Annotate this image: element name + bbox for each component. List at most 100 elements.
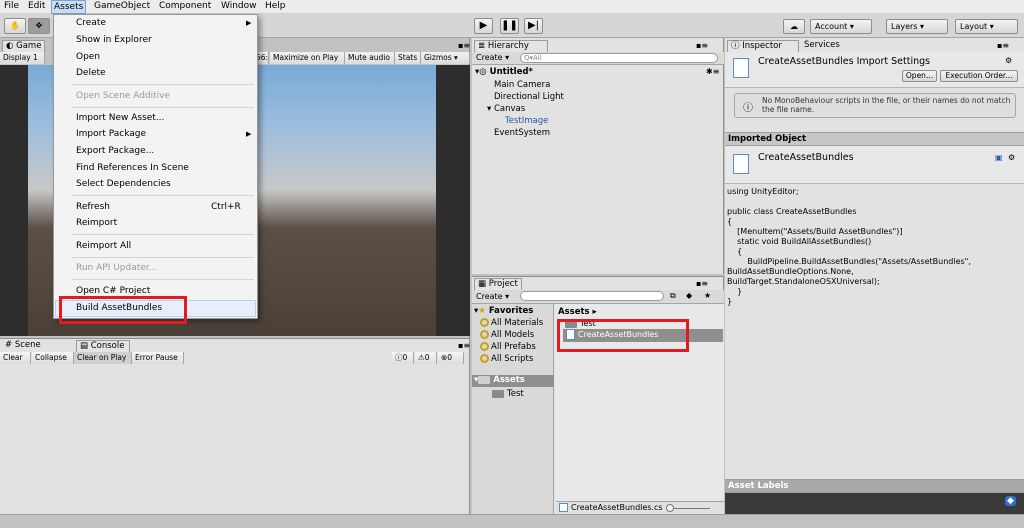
menu-item-reimport[interactable]: Reimport [76, 218, 117, 228]
favorite-all-prefabs[interactable]: All Prefabs [480, 342, 536, 352]
csharp-file-icon [733, 154, 749, 174]
hierarchy-item-directional-light[interactable]: Directional Light [494, 92, 564, 102]
account-dropdown[interactable]: Account ▾ [810, 19, 872, 34]
menu-item-import-package[interactable]: Import Package [76, 129, 146, 139]
favorite-all-models[interactable]: All Models [480, 330, 534, 340]
hierarchy-item-canvas[interactable]: ▾ Canvas [487, 104, 525, 114]
warning-count-toggle[interactable]: ⚠0 [415, 352, 437, 364]
hierarchy-icon: ≣ [478, 41, 486, 51]
favorites-label: Favorites [488, 306, 534, 316]
favorite-all-materials[interactable]: All Materials [480, 318, 554, 328]
console-panel: # Scene ▤ Console ▪≡ Clear Collapse Clea… [0, 338, 470, 514]
hand-tool-button[interactable]: ✋ [4, 18, 26, 34]
project-breadcrumb[interactable]: Assets ▸ [558, 307, 597, 317]
tab-inspector[interactable]: ⓘ Inspector [727, 40, 799, 52]
panel-menu-icon[interactable]: ▪≡ [458, 41, 470, 50]
filter-label-icon[interactable]: ◆ [686, 291, 692, 300]
code-line: BuildPipeline.BuildAssetBundles("Assets/… [727, 257, 971, 266]
step-icon: ▶| [527, 20, 540, 31]
favorite-all-scripts[interactable]: All Scripts [480, 354, 533, 364]
collapse-toggle[interactable]: Collapse [32, 352, 74, 364]
panel-menu-icon[interactable]: ▪≡ [696, 279, 708, 288]
gizmos-dropdown[interactable]: Gizmos ▾ [421, 52, 470, 64]
panel-menu-icon[interactable]: ▪≡ [458, 341, 470, 350]
cloud-button[interactable]: ☁ [783, 19, 805, 34]
stats-toggle[interactable]: Stats [395, 52, 421, 64]
maximize-on-play-toggle[interactable]: Maximize on Play [270, 52, 345, 64]
mute-audio-toggle[interactable]: Mute audio [345, 52, 395, 64]
tree-folder-test[interactable]: Test [492, 389, 524, 399]
info-icon: ⓘ [395, 353, 403, 362]
clear-button[interactable]: Clear [0, 352, 31, 364]
settings-gear-icon[interactable]: ⚙ [1005, 56, 1012, 65]
favorite-star-icon[interactable]: ★ [704, 291, 711, 300]
menu-item-open[interactable]: Open [76, 52, 100, 62]
hierarchy-search-input[interactable]: Q▾All [520, 53, 718, 63]
menu-item-delete[interactable]: Delete [76, 68, 106, 78]
menu-gameobject[interactable]: GameObject [92, 0, 152, 14]
tab-game-label: Game [16, 41, 42, 51]
menu-item-show-in-explorer[interactable]: Show in Explorer [76, 35, 152, 45]
menu-file[interactable]: File [2, 0, 21, 14]
menu-component[interactable]: Component [157, 0, 213, 14]
clear-on-play-label: Clear on Play [77, 353, 127, 362]
open-button[interactable]: Open... [902, 70, 937, 82]
code-line: BuildAssetBundleOptions.None, [727, 267, 854, 276]
label-tag-icon[interactable]: ◆ [1005, 496, 1016, 506]
project-search-input[interactable] [520, 291, 664, 301]
object-name: CreateAssetBundles [758, 152, 854, 163]
play-button[interactable]: ▶ [474, 18, 493, 34]
filter-type-icon[interactable]: ⧉ [670, 291, 676, 301]
menu-item-select-dependencies[interactable]: Select Dependencies [76, 179, 171, 189]
info-count-toggle[interactable]: ⓘ0 [392, 352, 414, 364]
help-book-icon[interactable]: ▣ [995, 153, 1003, 162]
zoom-slider-handle[interactable] [666, 504, 674, 512]
menu-item-open-csharp-project[interactable]: Open C# Project [76, 286, 150, 296]
favorite-label: All Prefabs [491, 342, 536, 352]
hierarchy-item-testimage[interactable]: TestImage [505, 116, 548, 126]
project-tree: ▾★ Favorites All Materials All Models Al… [472, 304, 554, 515]
menu-window[interactable]: Window [219, 0, 259, 14]
tab-hierarchy[interactable]: ≣ Hierarchy [474, 40, 548, 52]
tab-game[interactable]: ◐ Game [2, 40, 46, 52]
panel-menu-icon[interactable]: ▪≡ [696, 41, 708, 50]
scene-row[interactable]: ▾◎ Untitled* [475, 67, 533, 77]
tab-console[interactable]: ▤ Console [76, 340, 130, 352]
error-pause-toggle[interactable]: Error Pause [132, 352, 184, 364]
hierarchy-create-button[interactable]: Create ▾ [476, 53, 509, 62]
step-button[interactable]: ▶| [524, 18, 543, 34]
menu-item-export-package[interactable]: Export Package... [76, 146, 154, 156]
execution-order-button[interactable]: Execution Order... [940, 70, 1018, 82]
favorites-header[interactable]: ▾★ Favorites [474, 306, 533, 316]
menu-help[interactable]: Help [263, 0, 288, 14]
create-label: Create [476, 292, 503, 301]
move-icon: ✥ [35, 21, 43, 30]
move-tool-button[interactable]: ✥ [28, 18, 50, 34]
tab-scene[interactable]: # Scene [2, 340, 44, 352]
clear-on-play-toggle[interactable]: Clear on Play [74, 352, 132, 364]
menu-edit[interactable]: Edit [26, 0, 47, 14]
menu-item-refresh[interactable]: Refresh [76, 202, 110, 212]
menu-item-import-new-asset[interactable]: Import New Asset... [76, 113, 164, 123]
scene-menu-icon[interactable]: ✱≡ [706, 67, 719, 76]
hierarchy-item-eventsystem[interactable]: EventSystem [494, 128, 550, 138]
assets-tree-root[interactable]: ▾ Assets [472, 375, 554, 387]
menu-bar: File Edit Assets GameObject Component Wi… [0, 0, 1024, 14]
pause-button[interactable]: ❚❚ [500, 18, 519, 34]
display-dropdown[interactable]: Display 1 [0, 52, 45, 64]
menu-assets[interactable]: Assets [51, 0, 87, 14]
layers-dropdown[interactable]: Layers ▾ [886, 19, 948, 34]
menu-item-find-references[interactable]: Find References In Scene [76, 163, 189, 173]
settings-gear-icon[interactable]: ⚙ [1008, 153, 1015, 162]
error-count-toggle[interactable]: ⊗0 [438, 352, 464, 364]
hierarchy-item-main-camera[interactable]: Main Camera [494, 80, 550, 90]
menu-item-reimport-all[interactable]: Reimport All [76, 241, 131, 251]
menu-item-create[interactable]: Create [76, 18, 106, 28]
scene-name: Untitled* [489, 67, 533, 77]
zoom-slider[interactable] [670, 508, 710, 509]
tab-project[interactable]: ▦ Project [474, 278, 522, 290]
layout-dropdown[interactable]: Layout ▾ [955, 19, 1018, 34]
panel-menu-icon[interactable]: ▪≡ [997, 41, 1009, 50]
project-create-button[interactable]: Create ▾ [476, 292, 509, 301]
tab-services[interactable]: Services [801, 40, 843, 52]
